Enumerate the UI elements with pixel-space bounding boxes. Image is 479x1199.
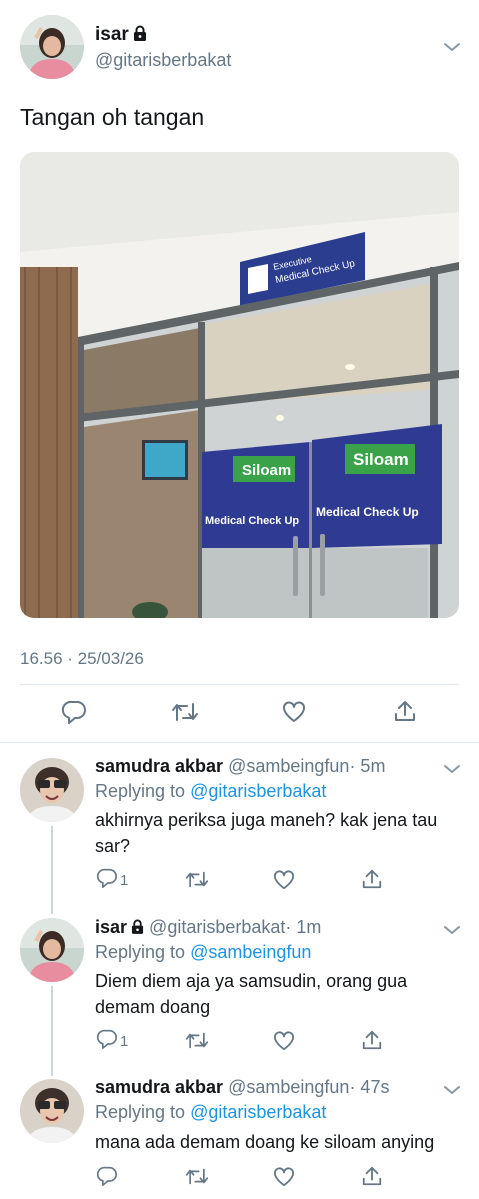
reply-count: 1 [120,872,129,889]
retweet-icon [185,870,209,894]
avatar[interactable] [20,918,84,982]
retweet-icon [185,1167,209,1191]
reply-author[interactable]: isar @gitarisberbakat· 1m [95,917,321,939]
reply-icon [96,868,118,893]
reply-button[interactable]: 1 [96,868,128,893]
like-button[interactable] [273,870,295,895]
replying-to: Replying to @sambeingfun [95,942,311,963]
share-button[interactable] [361,1029,383,1056]
chevron-down-icon[interactable] [443,1083,461,1101]
author-handle: @gitarisberbakat [149,917,286,937]
retweet-button[interactable] [185,1031,209,1055]
share-icon [361,1165,383,1192]
like-icon [273,870,295,895]
reply-button[interactable] [96,1166,118,1191]
like-button[interactable] [273,1031,295,1056]
share-button[interactable] [393,699,417,728]
thread-line [51,826,53,914]
avatar[interactable] [20,758,84,822]
like-icon [282,701,306,728]
author-handle: @sambeingfun [228,756,350,776]
reply-time: · 1m [285,917,322,937]
reply-text: akhirnya periksa juga maneh? kak jena ta… [95,810,438,856]
reply-author[interactable]: samudra akbar @sambeingfun· 5m [95,756,385,777]
thread-line [51,986,53,1076]
lock-icon [131,918,144,939]
share-button[interactable] [361,868,383,895]
chevron-down-icon[interactable] [443,762,461,780]
reply-author[interactable]: samudra akbar @sambeingfun· 47s [95,1077,389,1098]
author-name: samudra akbar [95,1077,224,1097]
share-button[interactable] [361,1165,383,1192]
replying-to: Replying to @gitarisberbakat [95,781,326,802]
replying-to-label: Replying to [95,942,186,962]
tweet-text: Tangan oh tangan [20,104,205,130]
author-name: isar [95,917,128,937]
retweet-icon [185,1031,209,1055]
author-handle[interactable]: @gitarisberbakat [95,50,231,71]
reply-button[interactable]: 1 [96,1029,128,1054]
lock-icon [133,25,147,47]
tweet-photo[interactable]: Executive Medical Check Up Siloam Siloam… [20,152,459,618]
replying-to-handle[interactable]: @gitarisberbakat [190,781,326,801]
reply-icon [96,1166,118,1191]
share-icon [361,868,383,895]
share-icon [393,699,417,728]
replying-to-label: Replying to [95,781,186,801]
retweet-button[interactable] [185,870,209,894]
reply-text: mana ada demam doang ke siloam anying [95,1132,435,1152]
door-logo: Siloam [242,462,291,479]
chevron-down-icon[interactable] [443,40,461,58]
reply-icon [96,1029,118,1054]
replying-to-label: Replying to [95,1102,186,1122]
like-button[interactable] [273,1167,295,1192]
like-icon [273,1167,295,1192]
like-button[interactable] [282,701,306,728]
avatar[interactable] [20,15,84,79]
chevron-down-icon[interactable] [443,923,461,941]
door-caption: Medical Check Up [316,505,419,519]
author-name-text: isar [95,24,129,45]
reply-text: Diem diem aja ya samsudin, orang gua dem… [95,971,408,1017]
reply-button[interactable] [61,700,87,729]
replying-to-handle[interactable]: @gitarisberbakat [190,1102,326,1122]
author-handle: @sambeingfun [228,1077,350,1097]
reply-time: · 5m [349,756,386,776]
retweet-icon [171,701,199,728]
divider [0,742,479,743]
share-icon [361,1029,383,1056]
like-icon [273,1031,295,1056]
divider [20,684,459,685]
retweet-button[interactable] [171,701,199,728]
author-name: samudra akbar [95,756,224,776]
tweet-timestamp[interactable]: 16.56 · 25/03/26 [20,649,144,669]
author-name[interactable]: isar [95,24,147,47]
reply-icon [61,700,87,729]
replying-to-handle[interactable]: @sambeingfun [190,942,311,962]
replying-to: Replying to @gitarisberbakat [95,1102,326,1123]
reply-count: 1 [120,1033,129,1050]
door-logo: Siloam [353,450,409,469]
reply-time: · 47s [349,1077,390,1097]
door-caption: Medical Check Up [205,515,299,527]
retweet-button[interactable] [185,1167,209,1191]
avatar[interactable] [20,1079,84,1143]
